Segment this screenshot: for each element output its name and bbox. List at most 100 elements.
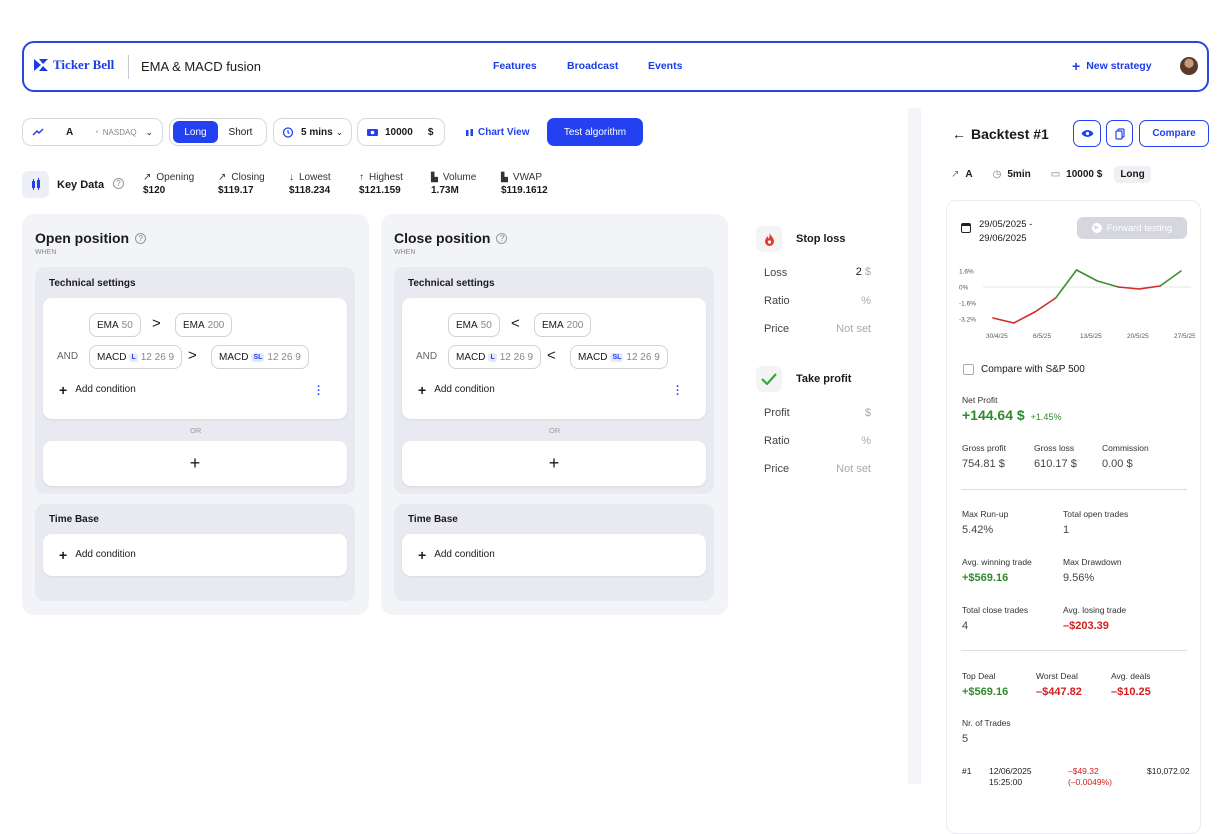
indicator-tag-macd-l[interactable]: MACD L 12 26 9	[448, 345, 542, 369]
commission-label: Commission	[1102, 443, 1149, 453]
compare-button[interactable]: Compare	[1139, 120, 1209, 147]
brand-logo[interactable]: Ticker Bell	[34, 57, 114, 73]
indicator-tag-ema200[interactable]: EMA 200	[534, 313, 592, 337]
back-button[interactable]: ← Backtest #1	[952, 126, 1049, 142]
indicator-param: 12 26 9	[499, 351, 534, 363]
kd-value: $120	[143, 185, 166, 196]
indicator-name: MACD	[578, 351, 608, 363]
ratio-input[interactable]: %	[781, 435, 871, 447]
new-strategy-button[interactable]: + New strategy	[1072, 58, 1152, 74]
add-group-button[interactable]: +	[402, 441, 706, 486]
add-condition-button[interactable]: + Add condition	[418, 383, 495, 397]
time-base-card: + Add condition	[43, 534, 347, 576]
arrow-left-icon: ←	[952, 126, 966, 142]
time-base-section: Time Base + Add condition	[35, 504, 355, 601]
indicator-tag-macd-sl[interactable]: MACD SL 12 26 9	[570, 345, 668, 369]
view-button[interactable]	[1073, 120, 1101, 147]
candlestick-icon	[31, 178, 40, 190]
indicator-param: 12 26 9	[140, 351, 175, 363]
series-segment	[1033, 297, 1057, 313]
indicator-name: EMA	[183, 319, 205, 331]
operator-less[interactable]: <	[547, 347, 556, 364]
add-condition-label: Add condition	[434, 384, 495, 395]
help-icon[interactable]: ?	[135, 232, 147, 244]
test-algorithm-button[interactable]: Test algorithm	[547, 118, 643, 146]
close-position-panel: Close position? WHEN Technical settings …	[381, 214, 728, 615]
gross-profit-label: Gross profit	[962, 443, 1006, 453]
indicator-tag-ema50[interactable]: EMA 50	[448, 313, 500, 337]
price-input[interactable]: Not set	[781, 463, 871, 475]
ratio-input[interactable]: %	[781, 295, 871, 307]
compare-sp500-checkbox[interactable]: Compare with S&P 500	[963, 364, 1085, 375]
help-icon[interactable]: ?	[113, 178, 124, 189]
time-base-card: + Add condition	[402, 534, 706, 576]
alarm-clock-icon	[282, 127, 294, 138]
add-group-button[interactable]: +	[43, 441, 347, 486]
operator-less[interactable]: <	[511, 315, 520, 332]
backtest-panel: ← Backtest #1 Compare ↗ A ◷ 5min ▭ 10000 $ L…	[921, 108, 1224, 834]
interval-value: 5 mins	[301, 126, 333, 138]
operator-greater[interactable]: >	[188, 347, 197, 364]
kd-label: Highest	[369, 172, 403, 183]
take-profit-title: Take profit	[796, 373, 852, 385]
amount-input[interactable]: 10000 $	[357, 118, 445, 146]
ticker-bell-logo-icon	[34, 59, 48, 71]
short-button[interactable]: Short	[218, 121, 263, 143]
money-icon	[367, 129, 378, 136]
series-segment	[1096, 280, 1120, 288]
price-input[interactable]: Not set	[781, 323, 871, 335]
chart-view-button[interactable]: Chart View	[465, 127, 530, 138]
symbol-selector[interactable]: A • NASDAQ ⌄	[22, 118, 163, 146]
indicator-tag-macd-l[interactable]: MACD L 12 26 9	[89, 345, 183, 369]
key-data-highest: ↑ Highest $121.159	[359, 172, 403, 196]
symbol-value: A	[66, 126, 74, 138]
loss-value: 2	[855, 266, 862, 278]
or-label: OR	[549, 426, 561, 435]
trend-line-icon	[32, 128, 44, 136]
x-tick-label: 20/5/25	[1127, 333, 1149, 340]
plus-icon: +	[1072, 58, 1081, 74]
worst-deal-value: –$447.82	[1036, 686, 1082, 698]
indicator-tag-macd-sl[interactable]: MACD SL 12 26 9	[211, 345, 309, 369]
forward-testing-button[interactable]: ▶ Forward testing	[1077, 217, 1187, 239]
profit-input[interactable]: $	[781, 407, 871, 419]
indicator-tag-ema200[interactable]: EMA 200	[175, 313, 233, 337]
kd-label: Lowest	[299, 172, 331, 183]
top-deal-label: Top Deal	[962, 671, 996, 681]
series-segment	[1054, 269, 1078, 299]
add-condition-button[interactable]: + Add condition	[59, 548, 136, 562]
copy-button[interactable]	[1106, 120, 1133, 147]
indicator-tag-ema50[interactable]: EMA 50	[89, 313, 141, 337]
interval-selector[interactable]: 5 mins ⌄	[273, 118, 352, 146]
nav-broadcast[interactable]: Broadcast	[567, 60, 618, 72]
nav-features[interactable]: Features	[493, 60, 537, 72]
time-base-label: Time Base	[49, 514, 99, 525]
exchange-label: NASDAQ	[102, 127, 137, 137]
backtest-chart: 1.6% 0% -1.6% -3.2% 30/4/25 6/5/25 13/5/25 20/5…	[959, 269, 1195, 341]
line-badge: L	[129, 352, 138, 362]
indicator-param: 50	[480, 319, 492, 331]
add-condition-button[interactable]: + Add condition	[59, 381, 136, 398]
nav-events[interactable]: Events	[648, 60, 682, 72]
chevron-down-icon: ⌄	[145, 126, 154, 137]
plus-icon: +	[59, 381, 68, 398]
help-icon[interactable]: ?	[496, 232, 508, 244]
avg-losing-value: –$203.39	[1063, 620, 1109, 632]
indicator-name: EMA	[456, 319, 478, 331]
kd-value: $119.17	[218, 185, 254, 196]
more-options-icon[interactable]: · · ·	[317, 382, 321, 401]
operator-greater[interactable]: >	[152, 315, 161, 332]
long-button[interactable]: Long	[173, 121, 218, 143]
more-options-icon[interactable]: · · ·	[676, 382, 680, 401]
close-position-title: Close position	[394, 230, 491, 246]
y-tick-label: 0%	[959, 285, 969, 292]
y-tick-label: -3.2%	[959, 317, 976, 324]
worst-deal-label: Worst Deal	[1036, 671, 1078, 681]
condition-card: EMA 50 < EMA 200 AND MACD L 12 26 9 < MACD SL…	[402, 298, 706, 419]
date-range[interactable]: 29/05/2025 - 29/06/2025	[961, 218, 1032, 246]
indicator-name: MACD	[456, 351, 486, 363]
new-strategy-label: New strategy	[1086, 60, 1152, 72]
avatar[interactable]	[1180, 57, 1198, 75]
add-condition-button[interactable]: + Add condition	[418, 548, 495, 562]
loss-input[interactable]: 2 $	[780, 266, 871, 278]
